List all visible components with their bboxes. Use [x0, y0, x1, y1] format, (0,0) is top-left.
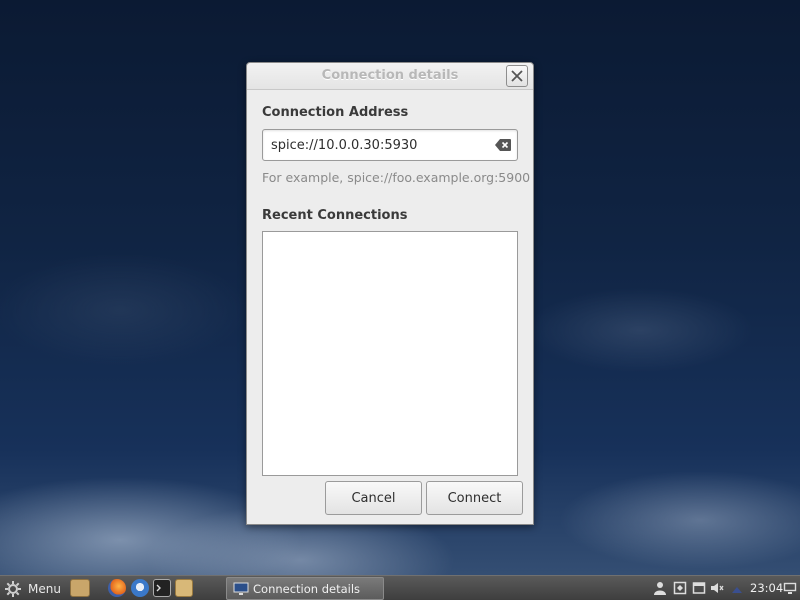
terminal-prompt-icon [156, 584, 161, 592]
clear-text-icon[interactable] [495, 139, 511, 151]
monitor-icon [233, 582, 249, 595]
dialog-title: Connection details [321, 68, 459, 83]
folder-icon[interactable] [175, 579, 193, 597]
recent-connections-label: Recent Connections [262, 208, 408, 223]
task-connection-details[interactable]: Connection details [226, 577, 384, 600]
clipboard-icon[interactable] [673, 581, 687, 595]
recent-connections-list[interactable] [262, 231, 518, 476]
menu-gear-icon [5, 580, 21, 597]
connect-button[interactable]: Connect [426, 481, 523, 515]
show-desktop-icon[interactable] [783, 581, 797, 595]
clock[interactable]: 23:04 [750, 576, 783, 600]
menu-button[interactable]: Menu [4, 576, 61, 600]
taskbar: Menu Connection details 23:04 [0, 575, 800, 600]
files-icon[interactable] [70, 579, 90, 597]
window-icon[interactable] [692, 581, 706, 595]
close-button[interactable] [506, 65, 528, 87]
volume-icon[interactable] [710, 581, 724, 595]
menu-label: Menu [28, 581, 61, 596]
dialog-titlebar[interactable]: Connection details [247, 63, 533, 90]
user-icon[interactable] [653, 581, 667, 595]
address-input[interactable] [263, 130, 489, 160]
terminal-icon[interactable] [153, 579, 171, 597]
address-hint: For example, spice://foo.example.org:590… [262, 170, 531, 185]
close-icon [511, 70, 523, 82]
cancel-button[interactable]: Cancel [325, 481, 422, 515]
thunderbird-icon[interactable] [131, 579, 149, 597]
connection-address-label: Connection Address [262, 105, 409, 120]
task-label: Connection details [253, 581, 361, 596]
firefox-icon[interactable] [108, 579, 126, 597]
connection-details-dialog: Connection details Connection Address Fo… [246, 62, 534, 525]
network-icon[interactable] [730, 581, 744, 595]
address-field[interactable] [262, 129, 518, 161]
